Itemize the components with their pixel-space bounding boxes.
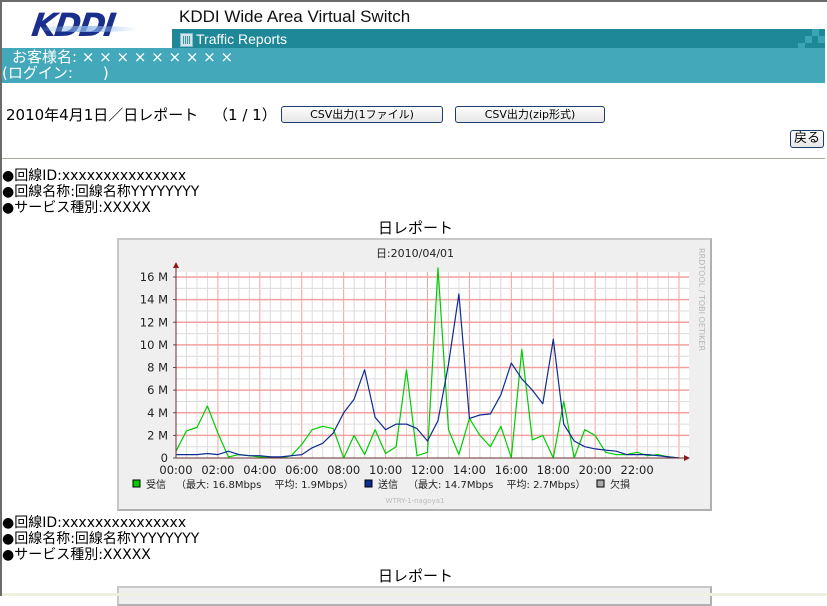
traffic-chart-svg: 日:2010/04/01 RRDTOOL / TOBI OETIKER02 M4 …: [132, 247, 706, 505]
y-tick-label: 4 M: [147, 406, 168, 420]
kddi-logo: KDDI: [29, 6, 142, 44]
x-tick-label: 06:00: [285, 463, 318, 477]
chart-footer: WTRY-1-nagoya1: [386, 497, 445, 505]
x-tick-label: 08:00: [327, 463, 360, 477]
y-tick-label: 14 M: [140, 293, 168, 307]
report-icon: [180, 33, 193, 47]
y-tick-label: 12 M: [140, 315, 168, 329]
y-tick-label: 16 M: [140, 270, 168, 284]
page-header: KDDI KDDI Wide Area Virtual Switch Traff…: [2, 2, 825, 84]
y-axis-arrow: [173, 262, 179, 268]
y-tick-label: 8 M: [147, 361, 168, 375]
customer-name: お客様名: × × × × × × × × ×: [12, 48, 234, 66]
x-tick-label: 10:00: [369, 463, 402, 477]
service-type: ●サービス種別:XXXXX: [2, 200, 151, 216]
service-type: ●サービス種別:XXXXX: [2, 547, 151, 563]
login-info: (ログイン: ): [2, 64, 109, 82]
legend-label-missing: 欠損: [610, 478, 630, 491]
csv-export-single-button[interactable]: CSV出力(1ファイル): [281, 106, 443, 123]
circuit-name: ●回線名称:回線名称YYYYYYYY: [2, 531, 200, 547]
divider: [2, 158, 825, 159]
y-tick-label: 6 M: [147, 383, 168, 397]
legend-swatch-sent: [364, 479, 373, 488]
legend-label: 送信: [378, 478, 398, 491]
traffic-chart: 日:2010/04/01 RRDTOOL / TOBI OETIKER 0 2 M4 …: [117, 238, 712, 511]
chart-title: 日:2010/04/01: [376, 247, 454, 260]
x-tick-label: 22:00: [621, 463, 654, 477]
x-tick-label: 14:00: [453, 463, 486, 477]
x-tick-label: 20:00: [579, 463, 612, 477]
section-bar: Traffic Reports: [172, 29, 825, 50]
legend-stats: （最大: 14.7Mbps 平均: 2.7Mbps）: [408, 478, 586, 491]
x-tick-label: 18:00: [537, 463, 570, 477]
x-tick-label: 12:00: [411, 463, 444, 477]
report-title: 2010年4月1日／日レポート: [6, 106, 199, 124]
x-tick-label: 16:00: [495, 463, 528, 477]
x-tick-label: 04:00: [243, 463, 276, 477]
report-heading: 2010年4月1日／日レポート （1 / 1）: [6, 104, 277, 125]
circuit-id: ●回線ID:xxxxxxxxxxxxxxx: [2, 168, 187, 184]
y-tick-label: 2 M: [147, 428, 168, 442]
legend-swatch-received: [132, 479, 141, 488]
legend-stats: （最大: 16.8Mbps 平均: 1.9Mbps）: [176, 478, 354, 491]
legend-label: 受信: [146, 479, 166, 491]
back-button[interactable]: 戻る: [790, 130, 824, 148]
circuit-info: ●回線ID:xxxxxxxxxxxxxxx ●回線名称:回線名称YYYYYYYY…: [2, 168, 199, 216]
y-tick-label: 10 M: [140, 338, 168, 352]
circuit-id: ●回線ID:xxxxxxxxxxxxxxx: [2, 515, 187, 531]
daily-report-title: 日レポート: [378, 219, 454, 237]
customer-bar: お客様名: × × × × × × × × × (ログイン: ): [2, 48, 825, 83]
traffic-chart-2: [117, 586, 712, 606]
legend-swatch-missing: [596, 479, 605, 488]
app-title: KDDI Wide Area Virtual Switch: [179, 7, 411, 26]
circuit-name: ●回線名称:回線名称YYYYYYYY: [2, 184, 200, 200]
x-tick-label: 02:00: [201, 463, 234, 477]
csv-export-zip-button[interactable]: CSV出力(zip形式): [455, 106, 605, 123]
x-tick-label: 00:00: [159, 463, 192, 477]
circuit-info: ●回線ID:xxxxxxxxxxxxxxx ●回線名称:回線名称YYYYYYYY…: [2, 515, 199, 563]
page-indicator: （1 / 1）: [213, 106, 277, 124]
section-label: Traffic Reports: [196, 31, 288, 47]
chart-side-label: RRDTOOL / TOBI OETIKER: [697, 248, 706, 351]
daily-report-title: 日レポート: [378, 567, 454, 585]
